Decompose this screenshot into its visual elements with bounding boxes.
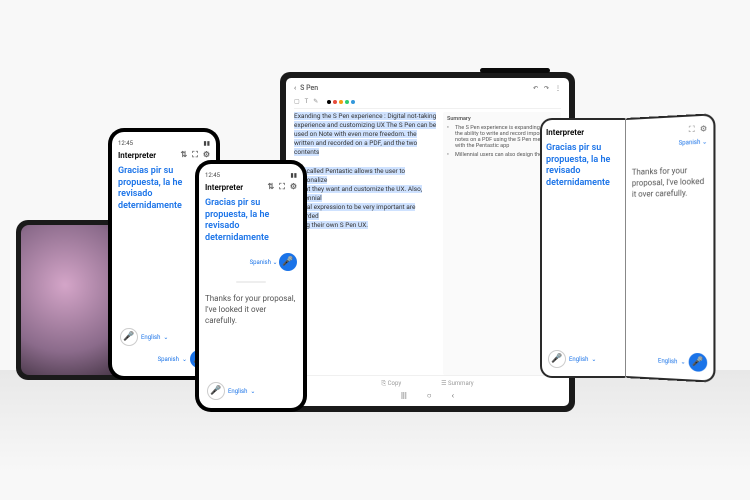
language-selector-spanish[interactable]: Spanish ⌄	[632, 138, 707, 148]
tablet-notes: ‹ S Pen ↶ ↷ ⋮ ▢ T ✎ Exanding the S Pen e…	[280, 72, 575, 412]
editor-toolbar[interactable]: ▢ T ✎	[294, 95, 561, 109]
note-title: ‹ S Pen	[294, 84, 318, 92]
redo-icon[interactable]: ↷	[544, 85, 549, 92]
nav-back-icon[interactable]: ‹	[452, 391, 454, 400]
tab-copy[interactable]: ⎘ Copy	[381, 380, 401, 388]
settings-icon[interactable]: ⚙	[700, 124, 707, 135]
color-swatch[interactable]	[351, 100, 355, 104]
phone-interpreter-full: 12:45▮▮ Interpreter ⇅ ⛶ ⚙ Gracias pir su…	[195, 160, 307, 412]
mic-icon[interactable]: 🎤	[689, 353, 708, 372]
mic-icon[interactable]: 🎤	[120, 328, 138, 346]
tool-text-icon[interactable]: T	[305, 98, 309, 105]
color-swatch[interactable]	[345, 100, 349, 104]
original-text: Thanks for your proposal, I've looked it…	[205, 293, 297, 327]
status-bar: 12:45▮▮	[118, 140, 210, 147]
language-selector-english[interactable]: 🎤 English⌄	[548, 350, 596, 368]
language-selector-english[interactable]: English⌄ 🎤	[658, 351, 707, 372]
original-text: Thanks for your proposal, I've looked it…	[632, 164, 707, 200]
color-swatch[interactable]	[333, 100, 337, 104]
nav-recent-icon[interactable]: |||	[401, 391, 407, 400]
color-swatch[interactable]	[339, 100, 343, 104]
tool-select-icon[interactable]: ▢	[294, 98, 300, 105]
mic-icon[interactable]: 🎤	[207, 382, 225, 400]
mic-icon[interactable]: 🎤	[548, 350, 566, 368]
language-selector-spanish[interactable]: Spanish ⌄ 🎤	[205, 253, 297, 271]
fullscreen-icon[interactable]: ⛶	[192, 150, 198, 160]
undo-icon[interactable]: ↶	[533, 85, 538, 92]
fullscreen-icon[interactable]: ⛶	[689, 125, 695, 136]
divider	[236, 281, 266, 283]
app-title: Interpreter	[118, 151, 156, 160]
tool-pen-icon[interactable]: ✎	[313, 98, 318, 105]
translated-text: Gracias pir su propuesta, la he revisado…	[205, 198, 297, 245]
swap-icon[interactable]: ⇅	[181, 150, 188, 160]
fold-phone-interpreter: Interpreter Gracias pir su propuesta, la…	[540, 118, 715, 378]
status-bar: 12:45▮▮	[205, 172, 297, 179]
nav-home-icon[interactable]: ○	[427, 391, 432, 400]
fullscreen-icon[interactable]: ⛶	[279, 182, 285, 192]
language-selector-english[interactable]: 🎤 English⌄	[120, 328, 168, 346]
app-title: Interpreter	[546, 128, 621, 137]
translated-text: Gracias pir su propuesta, la he revisado…	[546, 143, 621, 190]
app-title: Interpreter	[205, 183, 243, 192]
color-swatch[interactable]	[327, 100, 331, 104]
mic-icon[interactable]: 🎤	[279, 253, 297, 271]
note-content[interactable]: Exanding the S Pen experience : Digital …	[294, 112, 437, 375]
swap-icon[interactable]: ⇅	[268, 182, 275, 192]
language-selector-english[interactable]: 🎤 English⌄	[207, 382, 255, 400]
tab-summary[interactable]: ☰ Summary	[441, 380, 473, 388]
stylus-pen	[480, 68, 550, 73]
more-icon[interactable]: ⋮	[555, 85, 561, 92]
settings-icon[interactable]: ⚙	[203, 150, 210, 160]
settings-icon[interactable]: ⚙	[290, 182, 297, 192]
